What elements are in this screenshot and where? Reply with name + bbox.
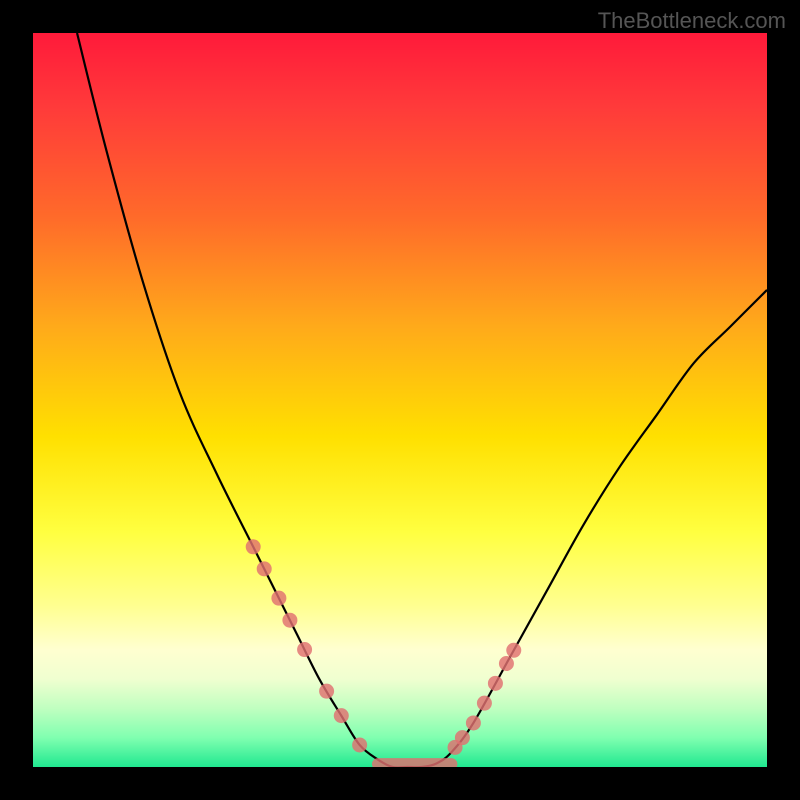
plot-area	[33, 33, 767, 767]
data-marker	[334, 708, 349, 723]
data-marker	[271, 591, 286, 606]
data-marker	[466, 715, 481, 730]
left-descent-markers	[246, 539, 367, 752]
data-marker	[499, 656, 514, 671]
data-marker	[477, 696, 492, 711]
data-marker	[246, 539, 261, 554]
data-marker	[257, 561, 272, 576]
right-ascent-markers	[448, 643, 522, 755]
data-marker	[297, 642, 312, 657]
data-marker	[455, 730, 470, 745]
data-marker	[319, 684, 334, 699]
data-marker	[282, 613, 297, 628]
data-marker	[352, 737, 367, 752]
data-marker	[488, 676, 503, 691]
bottleneck-curve	[77, 33, 767, 767]
watermark-text: TheBottleneck.com	[598, 8, 786, 34]
data-marker	[506, 643, 521, 658]
chart-svg	[33, 33, 767, 767]
